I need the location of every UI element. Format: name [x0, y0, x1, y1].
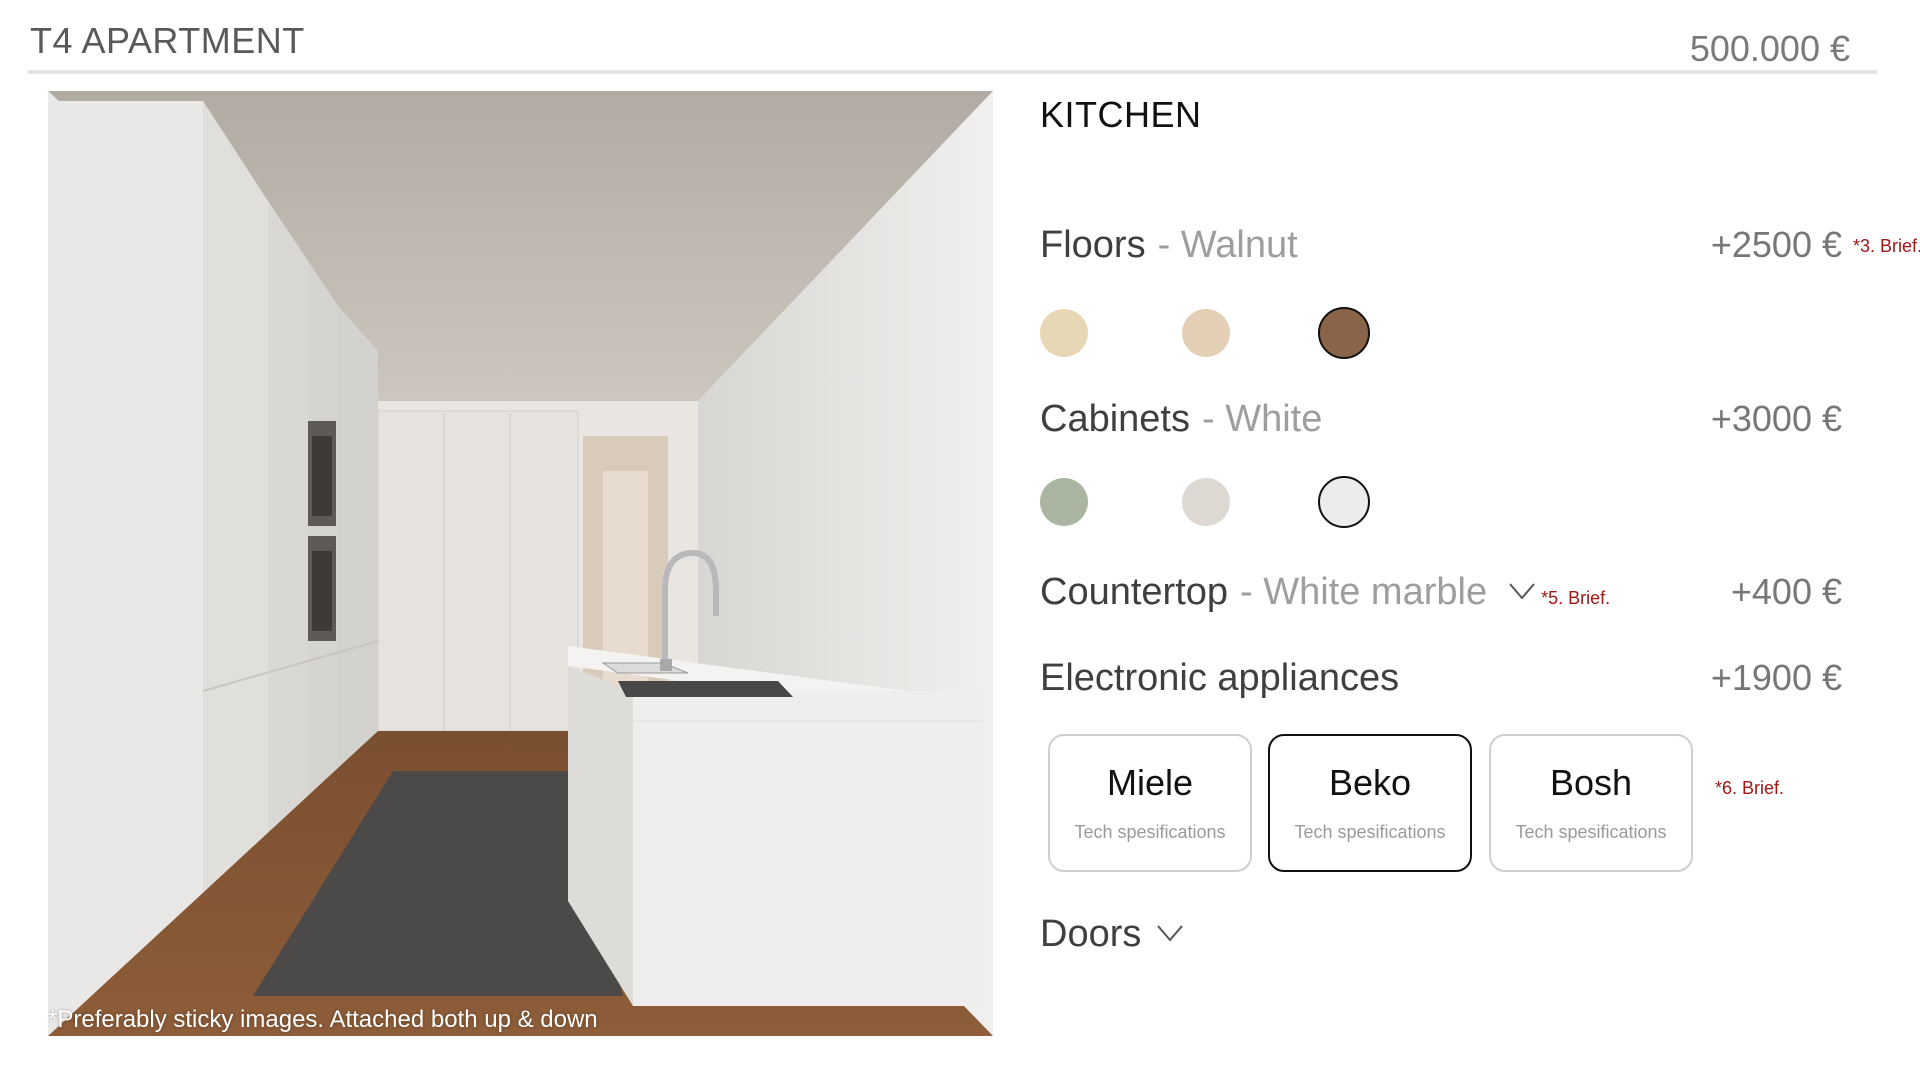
header-divider: [28, 70, 1877, 74]
brand-name: Bosh: [1549, 762, 1633, 803]
swatch-walnut[interactable]: [1318, 307, 1370, 359]
configurator-page: T4 APARTMENT 500.000 € *Preferably stick…: [0, 0, 1920, 1080]
kitchen-illustration: [48, 91, 993, 1036]
floors-label: Floors: [1040, 224, 1146, 266]
appliances-brief-note: *6. Brief.: [1715, 778, 1785, 798]
swatch-light-burl[interactable]: [1040, 309, 1088, 357]
countertop-brief-note: *5. Brief.: [1541, 588, 1611, 608]
floors-option: Floors - Walnut +2500 €: [1040, 224, 1842, 272]
brand-tech-specs-link[interactable]: Tech spesifications: [1050, 822, 1250, 843]
brand-card-beko[interactable]: Beko Tech spesifications: [1268, 734, 1472, 872]
countertop-option[interactable]: Countertop - White marble *5. Brief. +40…: [1040, 571, 1842, 619]
brand-card-bosh[interactable]: Bosh Tech spesifications: [1489, 734, 1693, 872]
section-title: KITCHEN: [1040, 94, 1202, 135]
floors-value: - Walnut: [1157, 224, 1298, 266]
doors-option[interactable]: Doors: [1040, 913, 1842, 961]
kitchen-render-image: *Preferably sticky images. Attached both…: [48, 91, 993, 1036]
countertop-value: - White marble: [1240, 571, 1488, 613]
swatch-sage[interactable]: [1040, 478, 1088, 526]
swatch-white[interactable]: [1318, 476, 1370, 528]
appliances-label: Electronic appliances: [1040, 657, 1400, 699]
brand-name: Beko: [1328, 762, 1412, 803]
brand-tech-specs-link[interactable]: Tech spesifications: [1491, 822, 1691, 843]
appliances-option: Electronic appliances +1900 €: [1040, 657, 1842, 705]
total-price: 500.000 €: [1689, 28, 1850, 69]
floors-price: +2500 €: [1710, 224, 1842, 265]
cabinets-price: +3000 €: [1710, 398, 1842, 439]
chevron-down-icon[interactable]: [1157, 924, 1184, 946]
apartment-title: T4 APARTMENT: [30, 20, 305, 61]
doors-label: Doors: [1040, 913, 1142, 955]
appliances-price: +1900 €: [1710, 657, 1842, 698]
brand-card-miele[interactable]: Miele Tech spesifications: [1048, 734, 1252, 872]
countertop-price: +400 €: [1730, 571, 1842, 612]
chevron-down-icon[interactable]: [1509, 582, 1535, 604]
cabinets-label: Cabinets: [1040, 398, 1190, 440]
brand-tech-specs-link[interactable]: Tech spesifications: [1270, 822, 1470, 843]
render-caption: *Preferably sticky images. Attached both…: [48, 1006, 598, 1033]
cabinets-option: Cabinets - White +3000 €: [1040, 398, 1842, 446]
swatch-birch[interactable]: [1182, 309, 1230, 357]
brand-name: Miele: [1106, 762, 1194, 803]
floors-brief-note: *3. Brief.: [1853, 236, 1920, 256]
swatch-greige[interactable]: [1182, 478, 1230, 526]
cabinets-value: - White: [1201, 398, 1323, 440]
countertop-label: Countertop: [1040, 571, 1229, 613]
